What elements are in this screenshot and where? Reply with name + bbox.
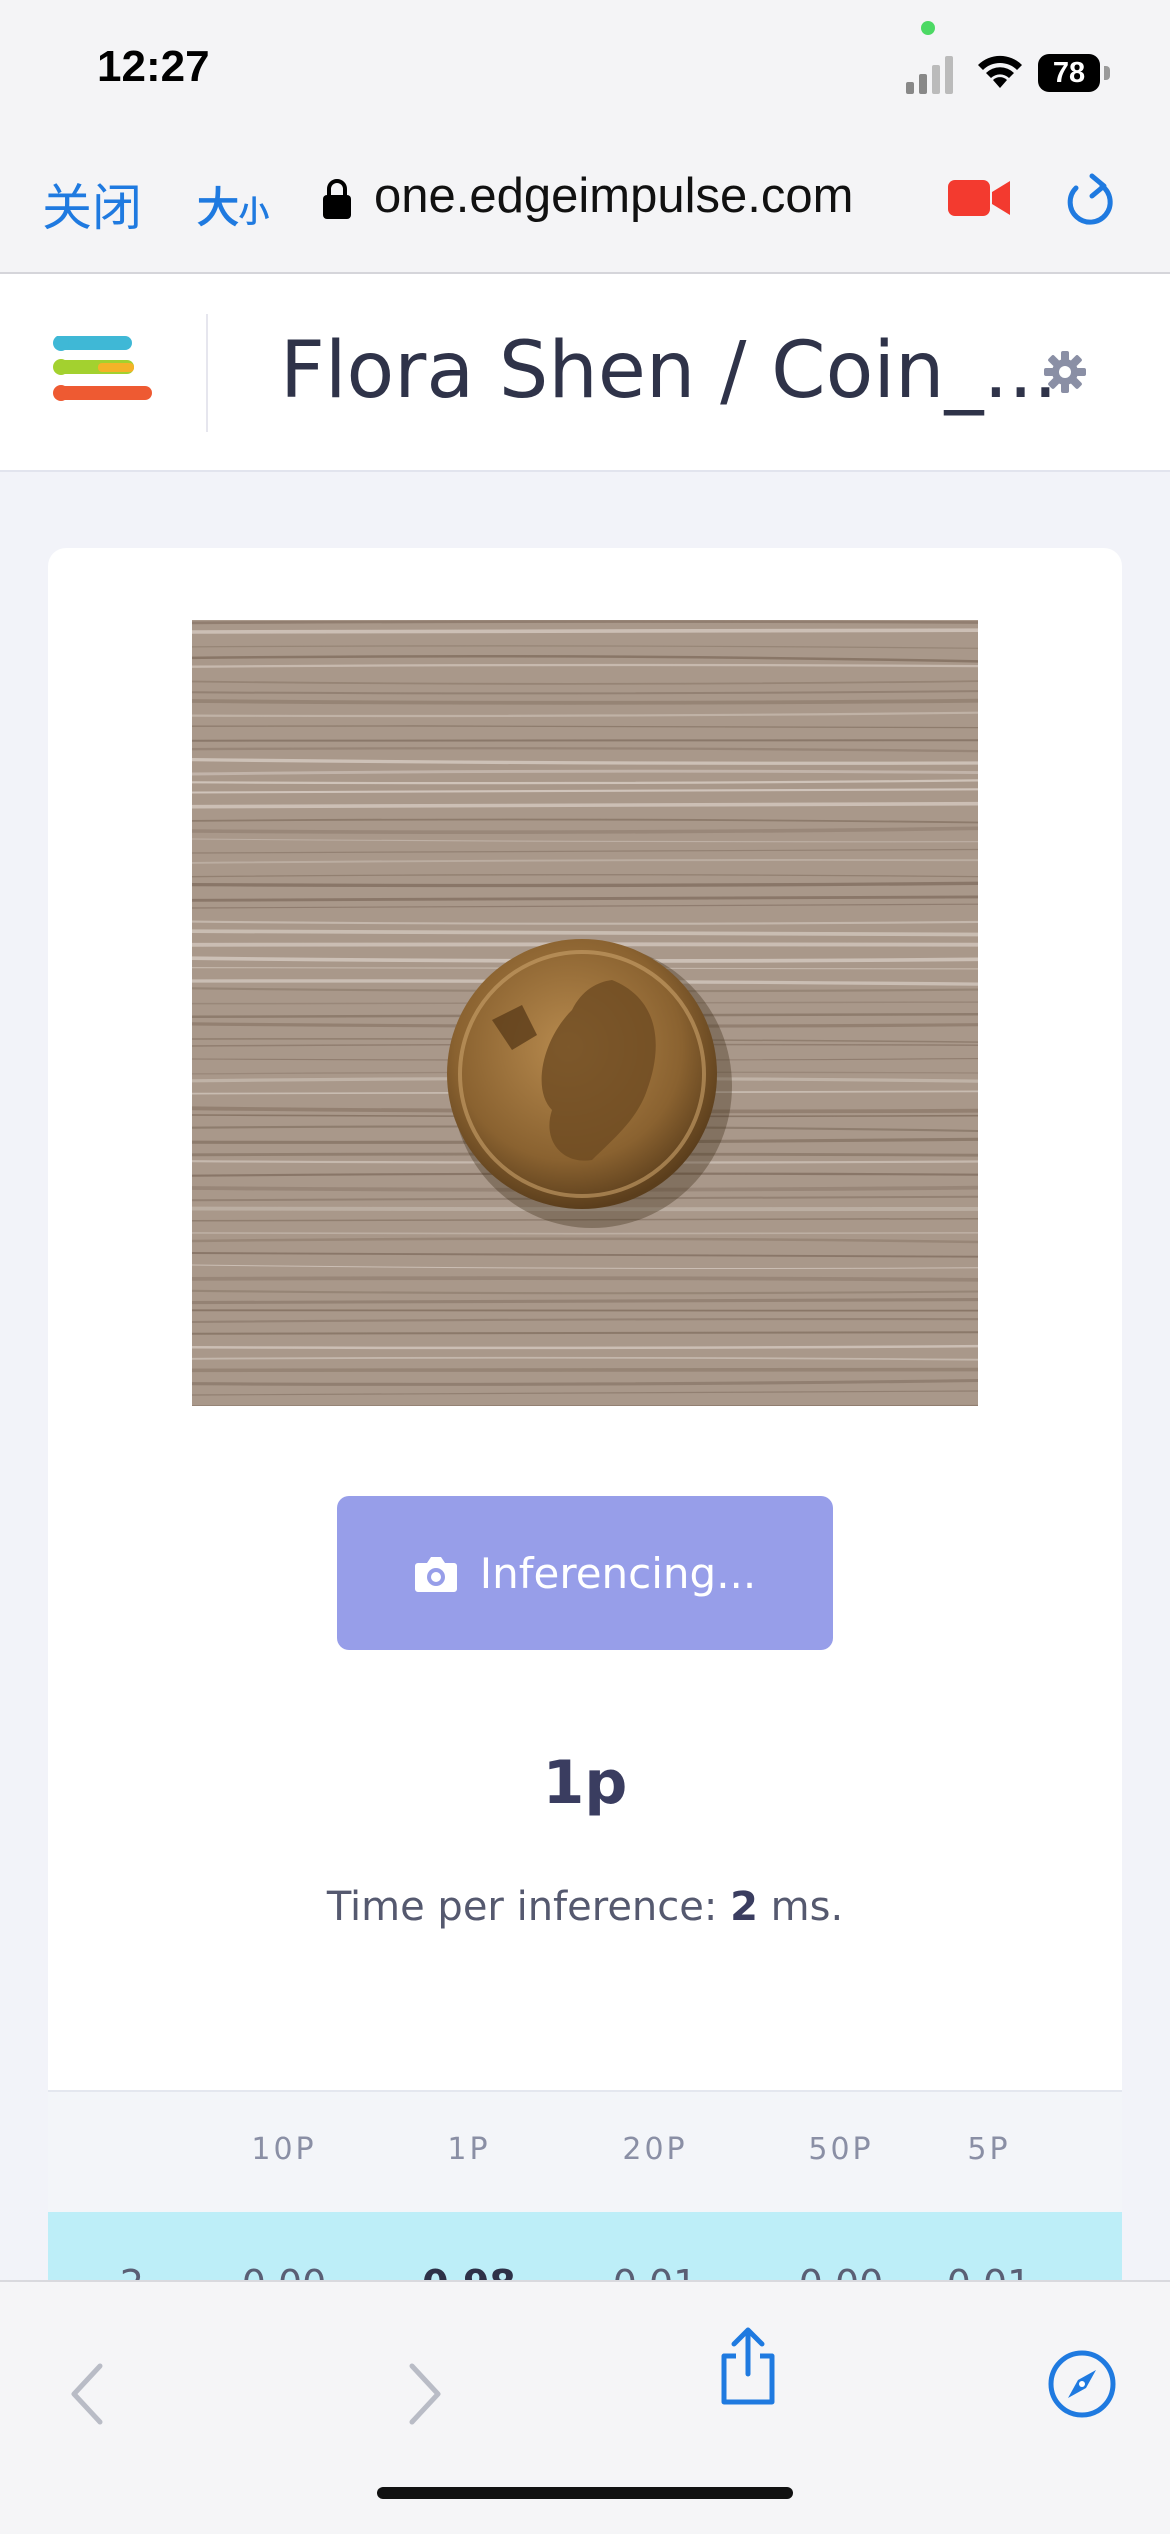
column-header: 20P [622, 2132, 688, 2167]
inference-time-prefix: Time per inference: [326, 1884, 731, 1930]
privacy-indicator-dot [921, 21, 935, 35]
address-bar-url[interactable]: one.edgeimpulse.com [374, 168, 853, 224]
camera-icon [414, 1557, 457, 1592]
battery-level: 78 [1038, 54, 1100, 92]
chevron-right-icon[interactable] [404, 2362, 444, 2426]
project-title[interactable]: Flora Shen / Coin_... [280, 326, 1058, 416]
text-size-big: 大 [197, 183, 240, 232]
classification-result: 1p [542, 1748, 628, 1818]
wifi-icon [978, 55, 1022, 88]
inferencing-button[interactable]: Inferencing... [337, 1496, 833, 1650]
app-header: Flora Shen / Coin_... [0, 274, 1170, 472]
cellular-signal-icon [906, 56, 953, 94]
text-size-small: 小 [239, 195, 270, 230]
status-time: 12:27 [97, 42, 210, 91]
column-header: 50P [808, 2132, 874, 2167]
column-header: 10P [251, 2132, 317, 2167]
inference-time-value: 2 [730, 1884, 758, 1930]
results-table-header: 10P 1P 20P 50P 5P [48, 2090, 1122, 2214]
column-header: 5P [967, 2132, 1011, 2167]
gear-icon[interactable] [1043, 350, 1087, 394]
inference-card: Inferencing... 1p Time per inference: 2 … [48, 548, 1122, 2348]
share-icon[interactable] [716, 2326, 780, 2406]
compass-icon[interactable] [1046, 2348, 1118, 2420]
home-indicator [377, 2487, 793, 2499]
status-bar: 12:27 78 [0, 0, 1170, 130]
close-button[interactable]: 关闭 [42, 168, 142, 240]
browser-bar: 关闭 大小 one.edgeimpulse.com [0, 130, 1170, 274]
inferencing-button-label: Inferencing... [479, 1548, 757, 1598]
inference-time: Time per inference: 2 ms. [48, 1884, 1122, 1930]
video-camera-icon[interactable] [948, 176, 1012, 220]
lock-icon [323, 179, 351, 219]
reload-icon[interactable] [1062, 170, 1116, 228]
inference-time-suffix: ms. [757, 1884, 844, 1930]
text-size-button[interactable]: 大小 [197, 174, 269, 235]
chevron-left-icon[interactable] [68, 2362, 108, 2426]
camera-preview-image [192, 620, 978, 1406]
edge-impulse-logo-icon[interactable] [52, 336, 154, 408]
battery-icon: 78 [1038, 54, 1110, 94]
header-divider [206, 314, 208, 432]
column-header: 1P [447, 2132, 491, 2167]
